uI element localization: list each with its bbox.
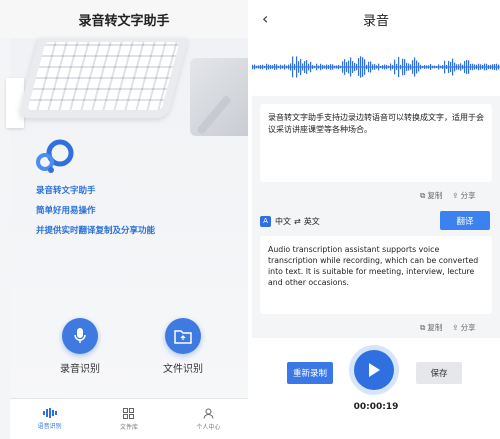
user-icon <box>203 408 214 419</box>
share-label: 分享 <box>460 323 476 332</box>
grid-icon <box>123 407 135 419</box>
share-icon: ⇪ <box>452 323 459 332</box>
file-recognition-button[interactable] <box>165 318 201 354</box>
tab-voice-recognition[interactable]: 语音识别 <box>10 399 89 439</box>
target-language[interactable]: 英文 <box>304 216 320 227</box>
feature-line-3: 并提供实时翻译复制及分享功能 <box>36 226 156 236</box>
copy-icon: ⧉ <box>420 190 426 200</box>
transcript-text: 录音转文字助手支持边录边转语音可以转换成文字，适用于会议采访讲座课堂等各种场合。 <box>268 113 484 134</box>
feature-line-2: 简单好用易操作 <box>36 206 96 216</box>
copy-icon: ⧉ <box>420 322 426 332</box>
tab-label-personal: 个人中心 <box>196 423 221 431</box>
play-icon <box>369 363 380 377</box>
recording-timer: 00:00:19 <box>353 402 399 412</box>
playback-controls: 重新录制 保存 00:00:19 <box>252 338 500 439</box>
home-screen: 录音转文字助手 录音转文字助手 简单好用易操作 并提供实时翻译复制及分享功能 录… <box>0 0 248 439</box>
copy-label: 复制 <box>427 191 443 200</box>
tab-personal-center[interactable]: 个人中心 <box>169 399 248 439</box>
bottom-tab-bar: 语音识别 文件库 个人中心 <box>10 398 248 439</box>
copy-translation-button[interactable]: ⧉ 复制 <box>420 322 442 333</box>
tab-label-voice: 语音识别 <box>37 423 62 430</box>
audio-waveform <box>252 38 500 96</box>
source-language[interactable]: 中文 <box>275 216 291 227</box>
share-label: 分享 <box>460 191 476 200</box>
translation-text: Audio transcription assistant supports v… <box>268 245 479 287</box>
swap-languages-icon[interactable]: ⇄ <box>294 217 301 226</box>
record-recognition-label: 录音识别 <box>60 364 100 375</box>
record-recognition-button[interactable] <box>62 318 98 354</box>
share-transcript-button[interactable]: ⇪ 分享 <box>452 190 475 201</box>
recording-header: ‹ 录音 <box>252 0 500 38</box>
share-translation-button[interactable]: ⇪ 分享 <box>452 322 475 333</box>
back-arrow-icon[interactable]: ‹ <box>262 9 268 28</box>
copy-transcript-button[interactable]: ⧉ 复制 <box>420 190 442 201</box>
feature-line-1: 录音转文字助手 <box>36 186 96 196</box>
home-title: 录音转文字助手 <box>78 13 170 29</box>
soundwave-icon <box>42 408 57 418</box>
rerecord-button[interactable]: 重新录制 <box>287 362 333 384</box>
translation-card: Audio transcription assistant supports v… <box>260 236 492 314</box>
microphone-icon <box>74 328 86 343</box>
translation-actions: ⧉ 复制 ⇪ 分享 <box>420 322 476 333</box>
home-header: 录音转文字助手 <box>0 0 248 38</box>
transcript-actions: ⧉ 复制 ⇪ 分享 <box>420 190 476 201</box>
app-logo-icon <box>36 139 74 173</box>
file-recognition-label: 文件识别 <box>163 364 203 375</box>
tab-label-files: 文件库 <box>119 423 138 431</box>
translate-icon: A <box>260 215 271 227</box>
play-button[interactable] <box>354 350 394 390</box>
recording-screen: ‹ 录音 录音转文字助手支持边录边转语音可以转换成文字，适用于会议采访讲座课堂等… <box>252 0 500 439</box>
copy-label: 复制 <box>427 323 443 332</box>
folder-icon <box>174 330 192 344</box>
keyboard-image <box>17 38 189 118</box>
translate-button[interactable]: 翻译 <box>440 211 490 230</box>
transcript-card: 录音转文字助手支持边录边转语音可以转换成文字，适用于会议采访讲座课堂等各种场合。 <box>260 104 492 182</box>
hero-banner <box>6 38 248 398</box>
share-icon: ⇪ <box>452 191 459 200</box>
save-button[interactable]: 保存 <box>416 362 462 384</box>
recording-title: 录音 <box>362 13 389 29</box>
tab-file-library[interactable]: 文件库 <box>89 399 168 439</box>
laptop-image <box>190 58 248 136</box>
